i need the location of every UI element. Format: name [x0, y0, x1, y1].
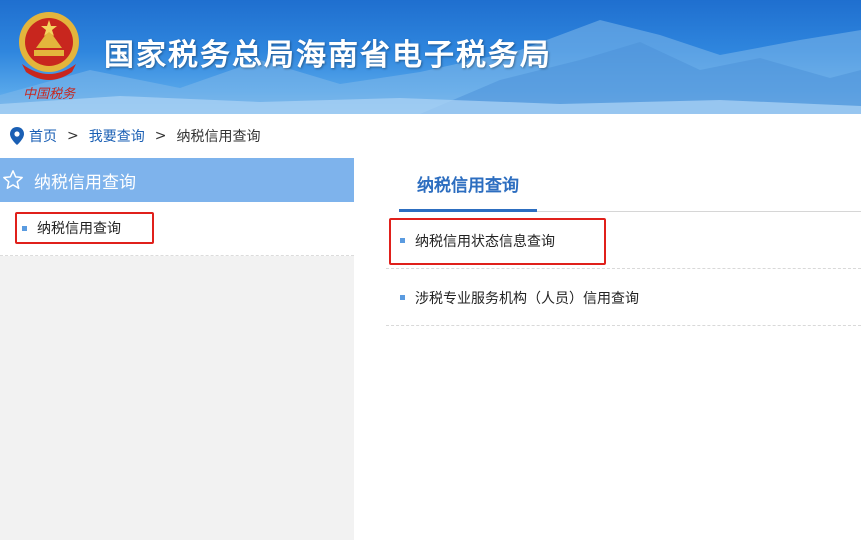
sidebar-item-label: 纳税信用查询	[37, 221, 121, 237]
list-item: 纳税信用状态信息查询	[386, 212, 861, 269]
sidebar-item-row: 纳税信用查询	[0, 202, 354, 256]
breadcrumb-separator: >	[67, 128, 79, 144]
sidebar-item-credit-query[interactable]: 纳税信用查询	[15, 212, 154, 244]
sidebar: 纳税信用查询 纳税信用查询	[0, 158, 354, 540]
star-outline-icon	[3, 170, 23, 189]
breadcrumb: 首页 > 我要查询 > 纳税信用查询	[0, 114, 861, 158]
tab-bar: 纳税信用查询	[399, 158, 861, 212]
svg-text:中国税务: 中国税务	[23, 87, 76, 102]
link-label: 涉税专业服务机构（人员）信用查询	[415, 290, 639, 307]
sidebar-header: 纳税信用查询	[0, 158, 354, 202]
site-banner: 中国税务 国家税务总局海南省电子税务局	[0, 0, 861, 114]
link-label: 纳税信用状态信息查询	[415, 233, 555, 250]
bullet-icon	[400, 295, 405, 300]
tab-credit-query[interactable]: 纳税信用查询	[399, 158, 537, 212]
breadcrumb-home-link[interactable]: 首页	[29, 126, 57, 146]
credit-status-query-link[interactable]: 纳税信用状态信息查询	[400, 212, 555, 269]
tax-emblem-icon: 中国税务	[19, 12, 79, 102]
list-item: 涉税专业服务机构（人员）信用查询	[386, 269, 861, 326]
main-content: 纳税信用查询 纳税信用状态信息查询 涉税专业服务机构（人员）信用查询	[354, 158, 861, 540]
site-title: 国家税务总局海南省电子税务局	[104, 38, 552, 73]
sidebar-header-title: 纳税信用查询	[34, 172, 136, 193]
bullet-icon	[22, 225, 27, 231]
breadcrumb-query-link[interactable]: 我要查询	[89, 126, 145, 146]
bullet-icon	[400, 238, 405, 243]
breadcrumb-current: 纳税信用查询	[176, 129, 261, 145]
breadcrumb-separator: >	[154, 128, 167, 144]
location-pin-icon	[10, 127, 24, 145]
agency-credit-query-link[interactable]: 涉税专业服务机构（人员）信用查询	[400, 269, 639, 326]
